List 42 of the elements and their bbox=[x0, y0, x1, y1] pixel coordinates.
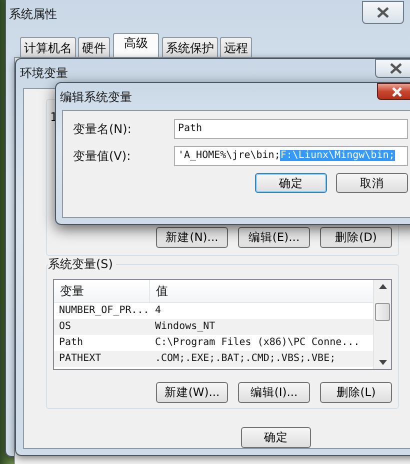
table-cell-text: PATHEXT bbox=[58, 352, 102, 366]
tab[interactable]: 高级 bbox=[113, 33, 159, 57]
dialog-button[interactable]: 删除(L) bbox=[320, 382, 392, 403]
input-field[interactable]: Path bbox=[174, 119, 408, 139]
close-icon bbox=[389, 63, 403, 74]
dialog-button[interactable]: 取消 bbox=[336, 173, 408, 193]
scroll-thumb[interactable] bbox=[375, 303, 390, 321]
tab[interactable]: 计算机名 bbox=[20, 37, 76, 57]
window-title: 系统属性 bbox=[8, 6, 57, 23]
window-title: 环境变量 bbox=[19, 65, 68, 82]
dialog-button[interactable]: 新建(W)... bbox=[156, 382, 228, 403]
dialog-button[interactable]: 编辑(I)... bbox=[238, 382, 310, 403]
close-button[interactable] bbox=[362, 1, 404, 24]
close-icon bbox=[376, 7, 390, 18]
input-field[interactable]: 'A_HOME%\jre\bin;F:\Liunx\Mingw\bin; bbox=[174, 146, 408, 166]
table-cell-text: NUMBER_OF_PR... bbox=[58, 304, 150, 318]
column-header[interactable]: 变量 bbox=[54, 280, 150, 302]
close-icon bbox=[391, 86, 403, 96]
close-button[interactable] bbox=[377, 83, 410, 100]
table-cell-text: Windows_NT bbox=[154, 320, 216, 334]
table-cell-text: OS bbox=[58, 320, 72, 334]
dialog-button[interactable]: 确定 bbox=[255, 173, 327, 193]
scrollbar[interactable] bbox=[373, 280, 391, 369]
scroll-up-icon[interactable] bbox=[378, 284, 386, 289]
close-button[interactable] bbox=[375, 59, 410, 78]
group-label: 系统变量(S) bbox=[48, 256, 116, 273]
dialog-title: 编辑系统变量 bbox=[59, 89, 132, 106]
ok-button[interactable]: 确定 bbox=[241, 427, 311, 448]
tab[interactable]: 系统保护 bbox=[162, 37, 218, 57]
tab[interactable]: 远程 bbox=[220, 37, 252, 57]
dialog-button[interactable]: 编辑(E)... bbox=[238, 227, 310, 248]
field-label: 变量名(N): bbox=[73, 120, 132, 138]
tab[interactable]: 硬件 bbox=[78, 37, 110, 57]
table-cell-text: .COM;.EXE;.BAT;.CMD;.VBS;.VBE; bbox=[154, 352, 337, 366]
table-cell-text: 4 bbox=[154, 304, 162, 318]
field-label: 变量值(V): bbox=[73, 148, 132, 164]
column-header[interactable]: 值 bbox=[150, 280, 373, 302]
table-cell-text: C:\Program Files (x86)\PC Conne... bbox=[154, 336, 361, 350]
dialog-button[interactable]: 新建(N)... bbox=[156, 227, 228, 248]
table-cell-text: Path bbox=[58, 336, 84, 350]
dialog-button[interactable]: 删除(D) bbox=[320, 227, 392, 248]
scroll-down-icon[interactable] bbox=[378, 360, 386, 365]
